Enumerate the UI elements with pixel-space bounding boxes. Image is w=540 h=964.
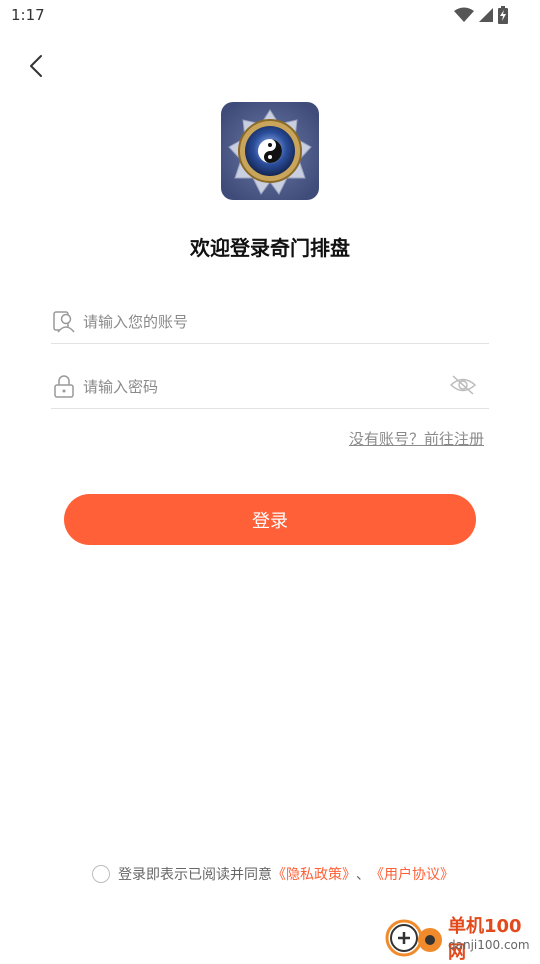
agreement-checkbox[interactable] xyxy=(92,865,110,883)
agreement-text: 登录即表示已阅读并同意 xyxy=(118,867,272,883)
agreement-separator: 、 xyxy=(356,867,370,883)
account-field xyxy=(51,299,489,344)
welcome-title: 欢迎登录奇门排盘 xyxy=(190,236,350,260)
status-icons xyxy=(454,6,508,24)
app-logo xyxy=(221,102,319,200)
watermark-logo-icon xyxy=(385,919,442,957)
register-link[interactable]: 没有账号？前往注册 xyxy=(349,428,484,449)
agreement-row: 登录即表示已阅读并同意 《隐私政策》 、 《用户协议》 xyxy=(92,862,454,886)
back-button[interactable] xyxy=(22,52,50,80)
signal-icon xyxy=(479,8,493,22)
chevron-left-icon xyxy=(30,55,42,77)
battery-icon xyxy=(498,6,508,24)
user-agreement-link[interactable]: 《用户协议》 xyxy=(370,864,454,884)
wifi-icon xyxy=(454,7,474,22)
watermark-domain: danji100.com xyxy=(448,938,530,952)
status-time: 1:17 xyxy=(11,6,45,24)
lock-icon xyxy=(54,375,74,398)
account-input[interactable] xyxy=(81,307,445,337)
yin-yang-compass-icon xyxy=(221,102,319,200)
status-bar: 1:17 xyxy=(0,0,540,32)
eye-off-icon[interactable] xyxy=(449,374,477,396)
watermark: 单机100网 danji100.com xyxy=(384,912,536,963)
password-field xyxy=(51,364,489,409)
privacy-policy-link[interactable]: 《隐私政策》 xyxy=(272,864,356,884)
user-icon xyxy=(53,311,75,333)
login-button[interactable]: 登录 xyxy=(64,494,476,545)
password-input[interactable] xyxy=(81,372,445,402)
